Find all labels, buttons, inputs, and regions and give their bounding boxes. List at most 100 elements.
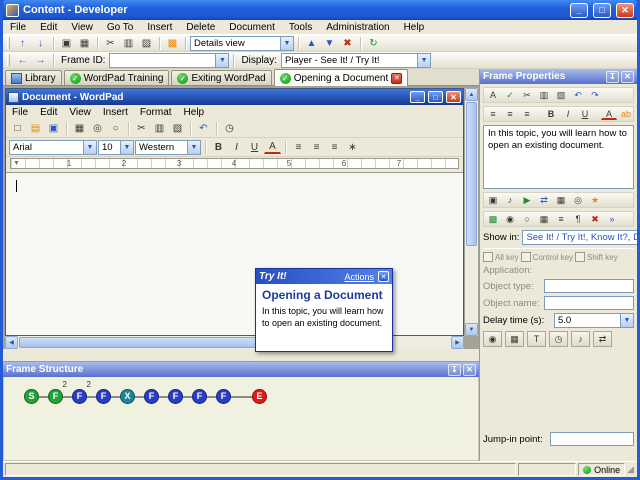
display-combo[interactable]: Player - See It! / Try It! ▼ xyxy=(281,52,432,68)
frame-id-combo[interactable]: ▼ xyxy=(109,52,230,68)
fp-attach-icon[interactable]: ◎ xyxy=(570,193,586,207)
minimize-button[interactable]: _ xyxy=(570,2,588,18)
tab-wordpad-training[interactable]: ✓ WordPad Training xyxy=(63,70,170,85)
wordpad-menu-help[interactable]: Help xyxy=(178,105,211,119)
align-left-icon[interactable]: ≡ xyxy=(485,107,501,121)
fp-table-icon[interactable]: ▦ xyxy=(553,193,569,207)
wordpad-minimize-button[interactable]: _ xyxy=(410,91,425,103)
tab-exiting-wordpad[interactable]: ✓ Exiting WordPad xyxy=(171,70,272,85)
paste-icon[interactable]: ▨ xyxy=(169,121,186,136)
menu-administration[interactable]: Administration xyxy=(319,20,396,34)
scroll-left-icon[interactable]: ◀ xyxy=(5,336,18,349)
wordpad-menu-file[interactable]: File xyxy=(6,105,34,119)
pin-icon[interactable]: ↧ xyxy=(606,70,619,83)
maximize-button[interactable]: □ xyxy=(593,2,611,18)
menu-edit[interactable]: Edit xyxy=(33,20,64,34)
fp-grid-icon[interactable]: ▦ xyxy=(536,212,552,226)
fp-paste-icon[interactable]: ▨ xyxy=(553,88,569,102)
details-view-combo[interactable]: Details view ▼ xyxy=(190,35,294,51)
highlight-text-icon[interactable]: ab xyxy=(618,107,634,121)
fp-copy-icon[interactable]: ▥ xyxy=(536,88,552,102)
pin-icon[interactable]: ↧ xyxy=(448,363,461,376)
refresh-icon[interactable]: ↻ xyxy=(365,36,382,51)
menu-goto[interactable]: Go To xyxy=(100,20,141,34)
all-key-checkbox[interactable] xyxy=(483,252,493,262)
copy-icon[interactable]: ▥ xyxy=(151,121,168,136)
cut-icon[interactable]: ✂ xyxy=(133,121,150,136)
horizontal-scrollbar[interactable]: ◀ ▶ xyxy=(5,336,464,349)
fp-undo-icon[interactable]: ↶ xyxy=(570,88,586,102)
bullets-icon[interactable]: ∗ xyxy=(344,140,361,155)
move-up-icon[interactable]: ▲ xyxy=(303,36,320,51)
close-button[interactable]: ✕ xyxy=(616,2,634,18)
show-in-combo[interactable]: See It! / Try It!, Know It?, Do It! ▼ xyxy=(522,230,637,245)
font-script-combo[interactable]: Western ▼ xyxy=(135,139,201,155)
align-center-icon[interactable]: ≡ xyxy=(502,107,518,121)
frame-node-end[interactable]: E xyxy=(252,389,267,404)
frame-node[interactable]: F xyxy=(96,389,111,404)
text-action-icon[interactable]: T xyxy=(527,331,546,347)
wordpad-close-button[interactable]: ✕ xyxy=(446,91,461,103)
wordpad-menu-insert[interactable]: Insert xyxy=(97,105,134,119)
menu-delete[interactable]: Delete xyxy=(179,20,222,34)
bold-icon[interactable]: B xyxy=(210,140,227,155)
align-left-icon[interactable]: ≡ xyxy=(290,140,307,155)
menu-help[interactable]: Help xyxy=(397,20,432,34)
font-color-icon[interactable]: A xyxy=(601,108,617,120)
audio-action-icon[interactable]: ♪ xyxy=(571,331,590,347)
undo-icon[interactable]: ↶ xyxy=(195,121,212,136)
save-icon[interactable]: ▣ xyxy=(58,36,75,51)
menu-tools[interactable]: Tools xyxy=(282,20,319,34)
delay-time-combo[interactable]: 5.0 ▼ xyxy=(554,313,634,328)
shift-key-checkbox[interactable] xyxy=(575,252,586,262)
menu-document[interactable]: Document xyxy=(222,20,282,34)
scroll-thumb[interactable] xyxy=(466,102,477,246)
fp-marker-icon[interactable]: ▩ xyxy=(485,212,501,226)
print-icon[interactable]: ▦ xyxy=(71,121,88,136)
underline-icon[interactable]: U xyxy=(577,107,593,121)
margin-marker-icon[interactable]: ▼ xyxy=(13,160,20,167)
tryit-close-icon[interactable]: ✕ xyxy=(378,271,389,282)
font-size-combo[interactable]: 10 ▼ xyxy=(98,139,134,155)
italic-icon[interactable]: I xyxy=(228,140,245,155)
paste-icon[interactable]: ▨ xyxy=(138,36,155,51)
forward-icon[interactable]: → xyxy=(32,53,49,68)
fp-spelling-icon[interactable]: ✓ xyxy=(502,88,518,102)
frame-text-editor[interactable]: In this topic, you will learn how to ope… xyxy=(483,125,634,189)
fp-more-icon[interactable]: » xyxy=(604,212,620,226)
scroll-down-icon[interactable]: ▼ xyxy=(465,323,478,336)
print-preview-icon[interactable]: ◎ xyxy=(89,121,106,136)
fp-effect-icon[interactable]: ★ xyxy=(587,193,603,207)
mouse-action-icon[interactable]: ◉ xyxy=(483,331,502,347)
chevron-down-icon[interactable]: ▼ xyxy=(187,140,200,154)
chevron-down-icon[interactable]: ▼ xyxy=(83,140,96,154)
datetime-icon[interactable]: ◷ xyxy=(221,121,238,136)
align-right-icon[interactable]: ≡ xyxy=(326,140,343,155)
scroll-up-icon[interactable]: ▲ xyxy=(465,88,478,101)
delete-icon[interactable]: ✖ xyxy=(339,36,356,51)
toolbar-grip[interactable] xyxy=(7,54,10,66)
object-name-field[interactable] xyxy=(544,296,634,310)
wordpad-document-area[interactable] xyxy=(6,172,463,335)
resize-grip-icon[interactable]: ◢ xyxy=(627,464,635,475)
fp-cut-icon[interactable]: ✂ xyxy=(519,88,535,102)
wordpad-menu-edit[interactable]: Edit xyxy=(34,105,63,119)
fp-audio-icon[interactable]: ♪ xyxy=(502,193,518,207)
tab-opening-a-document[interactable]: ✓ Opening a Document ✕ xyxy=(273,69,409,86)
fp-zoom-icon[interactable]: ○ xyxy=(519,212,535,226)
chevron-down-icon[interactable]: ▼ xyxy=(280,36,293,50)
wordpad-menu-format[interactable]: Format xyxy=(134,105,178,119)
frame-node[interactable]: F xyxy=(144,389,159,404)
timer-action-icon[interactable]: ◷ xyxy=(549,331,568,347)
scroll-right-icon[interactable]: ▶ xyxy=(451,336,464,349)
control-key-checkbox[interactable] xyxy=(520,252,531,262)
frame-node[interactable]: F xyxy=(168,389,183,404)
fp-list-icon[interactable]: ≡ xyxy=(553,212,569,226)
underline-icon[interactable]: U xyxy=(246,140,263,155)
align-center-icon[interactable]: ≡ xyxy=(308,140,325,155)
frame-node[interactable]: F xyxy=(216,389,231,404)
fp-style-icon[interactable]: ¶ xyxy=(570,212,586,226)
close-icon[interactable]: ✕ xyxy=(463,363,476,376)
font-name-combo[interactable]: Arial ▼ xyxy=(9,139,97,155)
jump-in-point-field[interactable] xyxy=(550,432,634,446)
